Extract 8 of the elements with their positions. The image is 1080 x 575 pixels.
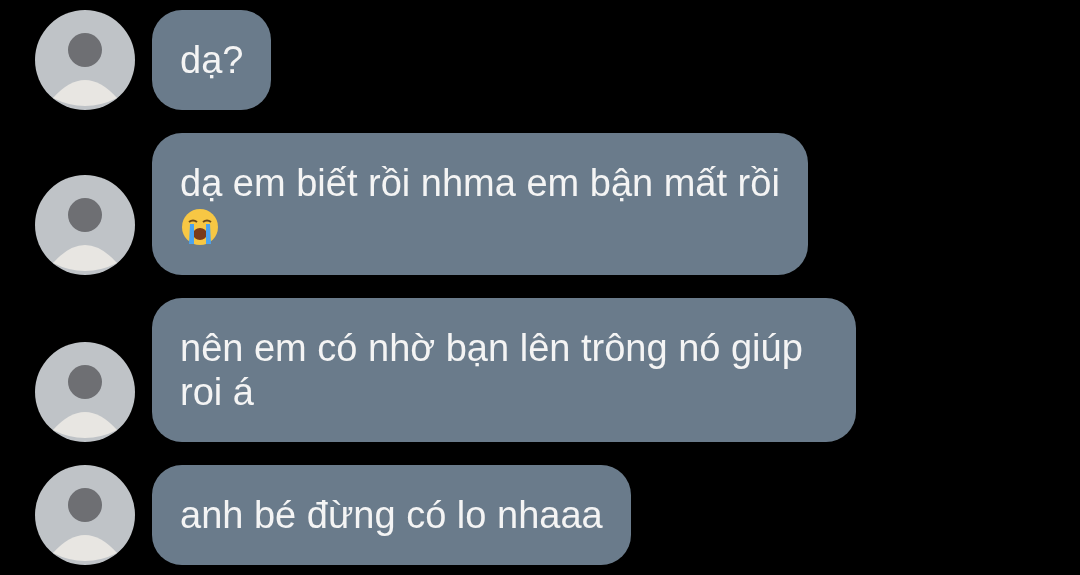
avatar-silhouette-icon[interactable] [35,465,135,565]
message-text: nên em có nhờ bạn lên trông nó giúp roi á [180,326,804,414]
message-text: anh bé đừng có lo nhaaa [180,493,603,537]
message-text: dạ em biết rồi nhma em bận mất rồi [180,161,780,205]
avatar-silhouette-icon[interactable] [35,342,135,442]
message-text: dạ? [180,38,244,82]
avatar-silhouette-icon[interactable] [35,175,135,275]
avatar-silhouette-icon[interactable] [35,10,135,110]
